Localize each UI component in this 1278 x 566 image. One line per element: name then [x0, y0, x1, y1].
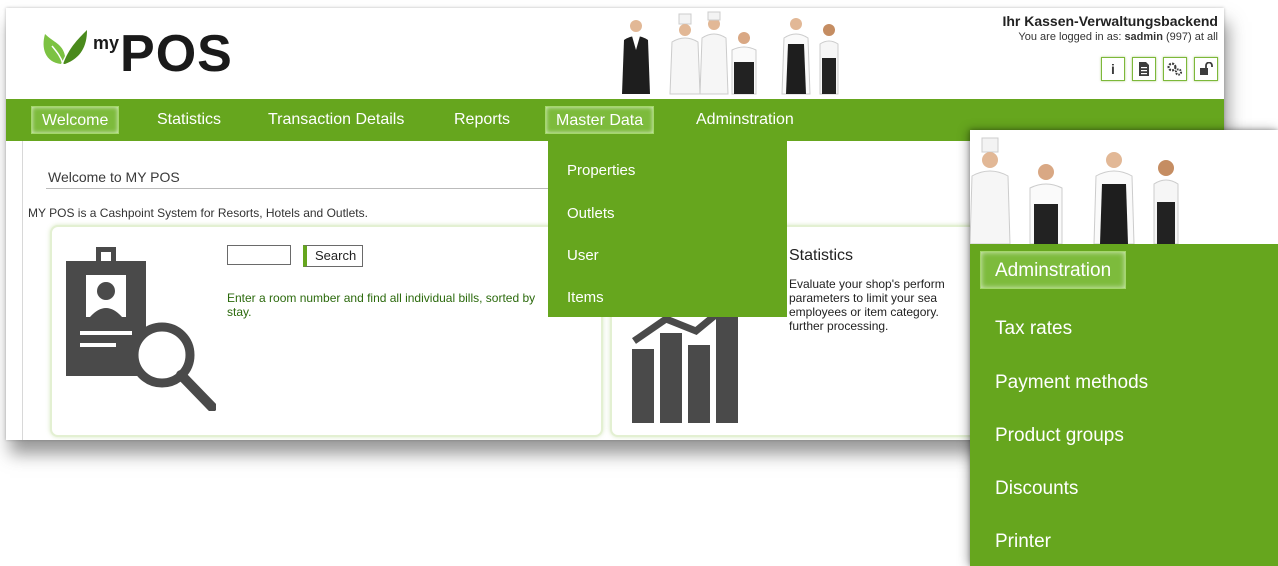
welcome-description: MY POS is a Cashpoint System for Resorts… — [28, 206, 368, 220]
nav-adminstration[interactable]: Adminstration — [686, 106, 804, 134]
document-icon[interactable] — [1132, 57, 1156, 81]
nav-transaction-details[interactable]: Transaction Details — [258, 106, 414, 134]
admin-menu-discounts[interactable]: Discounts — [995, 478, 1078, 500]
header: myPOS Ihr Kassen-Verwaltungsbackend You … — [6, 8, 1224, 99]
menu-item-user[interactable]: User — [567, 247, 599, 264]
info-icon[interactable]: i — [1101, 57, 1125, 81]
backend-title: Ihr Kassen-Verwaltungsbackend — [1002, 13, 1218, 29]
staff-waitress — [731, 32, 757, 95]
menu-item-items[interactable]: Items — [567, 289, 604, 306]
login-prefix: You are logged in as: — [1018, 31, 1122, 43]
search-description: Enter a room number and find all individ… — [227, 291, 536, 319]
admin-menu-payment-methods[interactable]: Payment methods — [995, 372, 1148, 394]
admin-menu-tax-rates[interactable]: Tax rates — [995, 318, 1072, 340]
nav-reports[interactable]: Reports — [444, 106, 520, 134]
admin-menu-adminstration[interactable]: Adminstration — [980, 251, 1127, 289]
popup-staff-image — [970, 130, 1278, 245]
popup-woman — [1153, 160, 1179, 245]
statistics-line-1: Evaluate your shop's perform — [789, 277, 945, 291]
popup-waitress — [1029, 164, 1063, 245]
login-status: You are logged in as: sadmin (997) at al… — [1002, 31, 1218, 43]
room-number-input[interactable] — [227, 245, 291, 265]
content-divider — [22, 141, 23, 440]
popup-waiter — [1093, 152, 1135, 245]
statistics-title: Statistics — [789, 247, 854, 264]
staff-chef-2 — [699, 11, 729, 95]
logo-sup: my — [93, 32, 120, 53]
staff-chef-1 — [669, 13, 701, 95]
admin-popup-window: Adminstration Tax rates Payment methods … — [970, 130, 1278, 566]
admin-menu-printer[interactable]: Printer — [995, 531, 1051, 553]
search-button[interactable]: Search — [303, 245, 364, 267]
login-suffix: (997) at all — [1166, 31, 1218, 43]
room-search-card: Search Enter a room number and find all … — [50, 225, 603, 437]
statistics-line-4: further processing. — [789, 319, 889, 333]
logo-main: POS — [120, 25, 233, 83]
staff-waiter-2 — [781, 18, 811, 95]
statistics-line-3: employees or item category. — [789, 305, 939, 319]
master-data-dropdown: Properties Outlets User Items — [548, 141, 787, 317]
settings-icon[interactable] — [1163, 57, 1187, 81]
statistics-description: Evaluate your shop's perform parameters … — [789, 277, 989, 333]
header-icon-bar: i — [1002, 57, 1218, 81]
leaf-logo-icon — [43, 30, 87, 65]
welcome-rule — [46, 188, 571, 189]
admin-menu-product-groups[interactable]: Product groups — [995, 425, 1124, 447]
welcome-title: Welcome to MY POS — [48, 169, 180, 185]
nav-statistics[interactable]: Statistics — [147, 106, 231, 134]
unlock-icon[interactable] — [1194, 57, 1218, 81]
menu-item-outlets[interactable]: Outlets — [567, 205, 615, 222]
menu-item-properties[interactable]: Properties — [567, 162, 635, 179]
header-right: Ihr Kassen-Verwaltungsbackend You are lo… — [1002, 13, 1218, 81]
statistics-line-2: parameters to limit your sea — [789, 291, 938, 305]
staff-woman — [819, 24, 839, 95]
login-user: sadmin — [1124, 31, 1163, 43]
nav-master-data[interactable]: Master Data — [545, 106, 655, 134]
popup-chef — [970, 137, 1011, 245]
nav-welcome[interactable]: Welcome — [31, 106, 120, 134]
staff-image — [616, 10, 846, 96]
admin-menu: Adminstration Tax rates Payment methods … — [970, 244, 1278, 566]
logo-text: myPOS — [93, 24, 233, 84]
id-badge-search-icon — [66, 247, 216, 411]
staff-waiter-1 — [622, 20, 650, 94]
